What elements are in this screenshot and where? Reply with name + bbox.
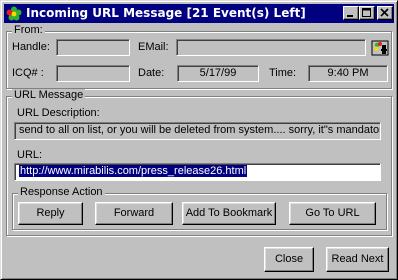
forward-button[interactable]: Forward [95, 202, 173, 225]
incoming-url-dialog: Incoming URL Message [21 Event(s) Left] … [0, 0, 398, 280]
time-field[interactable]: 9:40 PM [308, 65, 388, 82]
window-title: Incoming URL Message [21 Event(s) Left] [26, 6, 306, 20]
read-next-button[interactable]: Read Next [326, 247, 389, 272]
date-field[interactable]: 5/17/99 [177, 65, 259, 82]
go-to-url-button[interactable]: Go To URL [289, 202, 376, 225]
date-label: Date: [138, 67, 165, 79]
close-button[interactable]: Close [264, 247, 314, 272]
maximize-button[interactable] [359, 6, 375, 20]
title-bar[interactable]: Incoming URL Message [21 Event(s) Left] [4, 4, 394, 23]
icq-flower-icon [6, 6, 22, 21]
time-label: Time: [269, 67, 297, 79]
email-label: EMail: [138, 41, 169, 53]
url-description-label: URL Description: [17, 107, 100, 119]
maximize-icon [362, 8, 371, 17]
minimize-button[interactable] [343, 6, 359, 20]
url-message-group-label: URL Message [12, 89, 86, 101]
icq-number-field[interactable] [56, 65, 130, 82]
url-field[interactable]: http://www.mirabilis.com/press_release26… [14, 163, 381, 181]
icq-number-label: ICQ# : [12, 67, 44, 79]
handle-label: Handle: [12, 41, 50, 53]
from-group-label: From: [12, 24, 45, 36]
close-icon [380, 8, 389, 17]
email-field[interactable] [176, 39, 366, 56]
user-info-icon[interactable] [371, 39, 389, 57]
close-window-button[interactable] [377, 6, 393, 20]
url-label: URL: [17, 149, 43, 161]
add-to-bookmark-button[interactable]: Add To Bookmark [182, 202, 276, 225]
url-link[interactable]: http://www.mirabilis.com/press_release26… [19, 165, 248, 177]
url-description-field[interactable]: send to all on list, or you will be dele… [14, 122, 381, 140]
response-action-group-label: Response Action [18, 186, 105, 198]
reply-button[interactable]: Reply [18, 202, 83, 225]
minimize-icon [347, 15, 353, 17]
handle-field[interactable] [56, 39, 130, 56]
